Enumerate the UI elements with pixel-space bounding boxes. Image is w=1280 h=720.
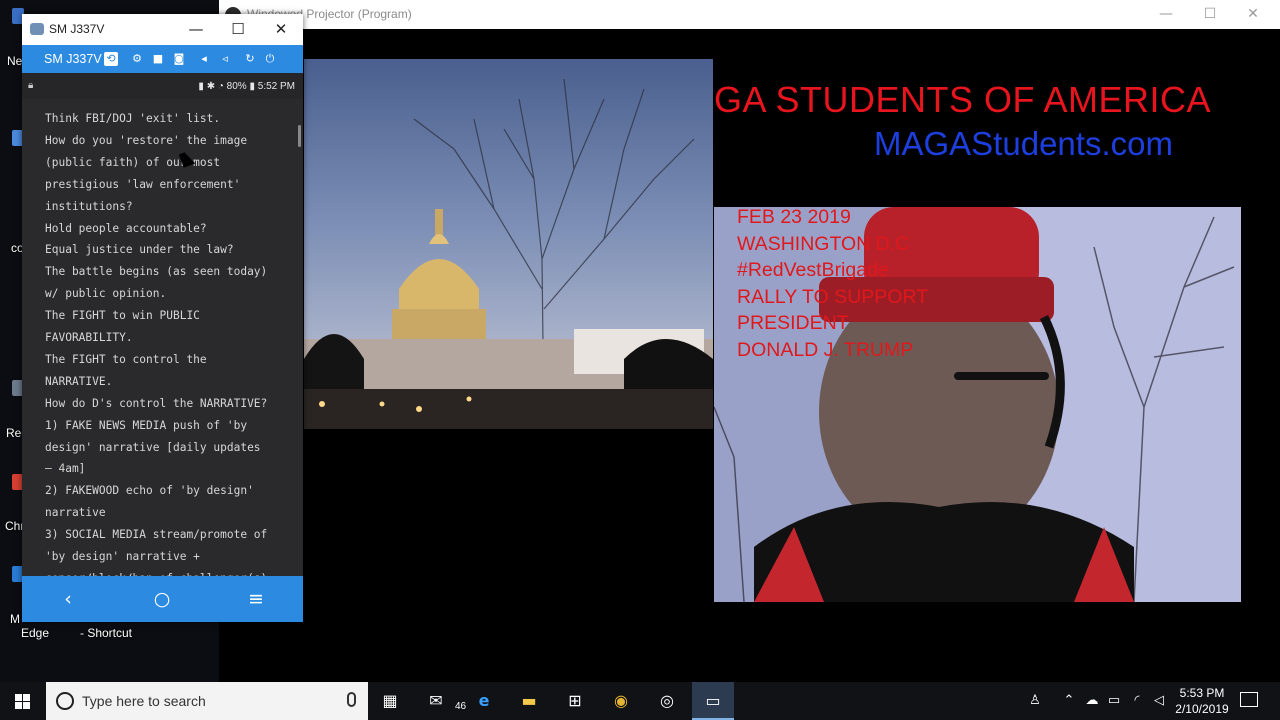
scrollbar-thumb[interactable] — [298, 125, 301, 147]
close-button[interactable]: ✕ — [268, 18, 294, 40]
maximize-button[interactable]: ☐ — [225, 18, 251, 40]
phone-title-bar[interactable]: SM J337V — ☐ ✕ — [22, 14, 303, 45]
rotate-icon[interactable]: ⟲ — [104, 52, 118, 66]
system-clock[interactable]: 5:53 PM 2/10/2019 — [1172, 685, 1232, 717]
desktop-icon-label: Edge — [21, 626, 50, 640]
obs-icon[interactable]: ◎ — [655, 689, 679, 713]
content-line: NARRATIVE. — [45, 374, 113, 388]
overlay-line: #RedVestBrigade — [737, 259, 889, 281]
overlay-line: PRESIDENT — [737, 312, 849, 334]
file-explorer-icon[interactable]: ▬ — [517, 689, 541, 713]
phone-status-bar: 🔒︎ ▮ ✱ ◔ 80% ▮ 5:52 PM — [22, 73, 303, 99]
desktop-icon-label: Ne — [7, 54, 23, 68]
content-line: The FIGHT to win PUBLIC — [45, 309, 200, 323]
lock-icon: 🔒︎ — [28, 80, 34, 91]
phone-toolbar: SM J337V ⟲ ⚙ ■ ◙ ◂ ◃ ↻ ⏻ — [22, 45, 303, 73]
overlay-line: FEB 23 2019 — [737, 206, 851, 228]
gear-icon[interactable]: ⚙ — [130, 52, 144, 66]
phone-mirror-app-icon: ▭ — [705, 691, 721, 710]
windows-logo-icon — [15, 694, 30, 709]
search-placeholder: Type here to search — [82, 693, 206, 709]
back-button[interactable]: ‹ — [56, 587, 80, 611]
mail-icon[interactable]: ✉ — [424, 689, 448, 713]
content-line: 3) SOCIAL MEDIA stream/promote of — [45, 528, 268, 542]
clock-date: 2/10/2019 — [1175, 702, 1229, 716]
status-info: ▮ ✱ ◔ 80% ▮ 5:52 PM — [198, 81, 295, 92]
projector-title-bar[interactable]: Windowed Projector (Program) — ☐ ✕ — [219, 0, 1280, 29]
content-line: The battle begins (as seen today) — [45, 265, 268, 279]
overlay-line: DONALD J. TRUMP — [737, 338, 914, 361]
volume-down-icon[interactable]: ◂ — [197, 52, 211, 66]
content-line: 'by design' narrative + — [45, 550, 200, 563]
content-line: FAVORABILITY. — [45, 331, 133, 344]
content-line: 2) FAKEWOOD echo of 'by design' — [45, 484, 254, 498]
desktop-icon-label: - Shortcut — [80, 626, 133, 640]
home-button[interactable]: ○ — [150, 587, 174, 611]
content-line: institutions? — [45, 199, 133, 213]
refresh-icon[interactable]: ↻ — [243, 52, 257, 66]
person-icon[interactable]: ♙ — [1026, 693, 1044, 709]
wifi-icon[interactable]: ◜ — [1128, 693, 1146, 709]
device-name: SM J337V — [44, 52, 102, 66]
volume-icon[interactable]: ◁ — [1150, 693, 1168, 709]
onedrive-icon[interactable]: ☁ — [1083, 693, 1101, 709]
content-line: Hold people accountable? — [45, 221, 207, 235]
battery-icon[interactable]: ▭ — [1105, 693, 1123, 709]
content-line: Think FBI/DOJ 'exit' list. — [45, 112, 221, 125]
microphone-icon[interactable] — [347, 692, 356, 707]
content-line: design' narrative [daily updates — [45, 440, 261, 454]
video-camera-icon[interactable]: ■ — [151, 52, 165, 66]
content-line: The FIGHT to control the — [45, 352, 207, 366]
notification-icon[interactable] — [1240, 692, 1258, 707]
volume-up-icon[interactable]: ◃ — [218, 52, 232, 66]
projector-window[interactable]: Windowed Projector (Program) — ☐ ✕ GA ST… — [219, 0, 1280, 682]
taskbar: Type here to search ▦ ✉ 46 e ▬ ⊞ ◉ ◎ ▭ ♙… — [0, 682, 1280, 720]
store-icon[interactable]: ⊞ — [563, 689, 587, 713]
content-line: – 4am] — [45, 462, 86, 476]
menu-button[interactable]: ≡ — [244, 587, 268, 611]
phone-mirror-window[interactable]: SM J337V — ☐ ✕ SM J337V ⟲ ⚙ ■ ◙ ◂ ◃ ↻ ⏻ … — [22, 14, 303, 622]
content-line: Equal justice under the law? — [45, 243, 234, 257]
content-line: prestigious 'law enforcement' — [45, 177, 241, 191]
camera-icon[interactable]: ◙ — [172, 52, 186, 66]
maximize-button[interactable]: ☐ — [1199, 4, 1221, 24]
chrome-icon[interactable]: ◉ — [609, 689, 633, 713]
cortana-icon — [56, 692, 74, 710]
capitol-photo — [304, 59, 713, 429]
clock-time: 5:53 PM — [1179, 686, 1225, 700]
banner-title: GA STUDENTS OF AMERICA — [714, 79, 1212, 120]
desktop-icon-label: M — [10, 612, 20, 626]
content-line: narrative — [45, 506, 106, 520]
overlay-line: RALLY TO SUPPORT — [737, 285, 929, 308]
content-line: 1) FAKE NEWS MEDIA push of 'by — [45, 418, 248, 432]
task-view-icon[interactable]: ▦ — [378, 689, 402, 713]
event-overlay-text: FEB 23 2019 WASHINGTON D.C #RedVestBriga… — [737, 204, 928, 363]
banner-url: MAGAStudents.com — [874, 125, 1173, 162]
active-app-button[interactable]: ▭ — [692, 682, 734, 720]
content-line: w/ public opinion. — [45, 287, 167, 301]
content-line: How do you 'restore' the image — [45, 133, 248, 147]
taskbar-search[interactable]: Type here to search — [46, 682, 368, 720]
minimize-button[interactable]: — — [1155, 4, 1177, 24]
edge-icon[interactable]: e — [472, 689, 496, 713]
start-button[interactable] — [0, 682, 46, 720]
phone-nav-bar: ‹ ○ ≡ — [22, 576, 303, 622]
overlay-line: WASHINGTON D.C — [737, 232, 910, 255]
phone-window-title: SM J337V — [49, 22, 105, 36]
close-button[interactable]: ✕ — [1242, 4, 1264, 24]
minimize-button[interactable]: — — [183, 18, 209, 40]
power-icon[interactable]: ⏻ — [263, 52, 277, 66]
desktop: Ne co Rec Chr M Edge - Shortcut Windowed… — [0, 0, 1280, 682]
phone-app-icon — [30, 23, 44, 35]
projector-canvas: GA STUDENTS OF AMERICA MAGAStudents.com — [219, 29, 1280, 682]
mail-badge: 46 — [455, 701, 467, 712]
chevron-up-icon[interactable]: ⌃ — [1060, 693, 1078, 709]
content-line: How do D's control the NARRATIVE? — [45, 396, 268, 410]
phone-screen-content[interactable]: Think FBI/DOJ 'exit' list. How do you 're… — [22, 99, 303, 576]
